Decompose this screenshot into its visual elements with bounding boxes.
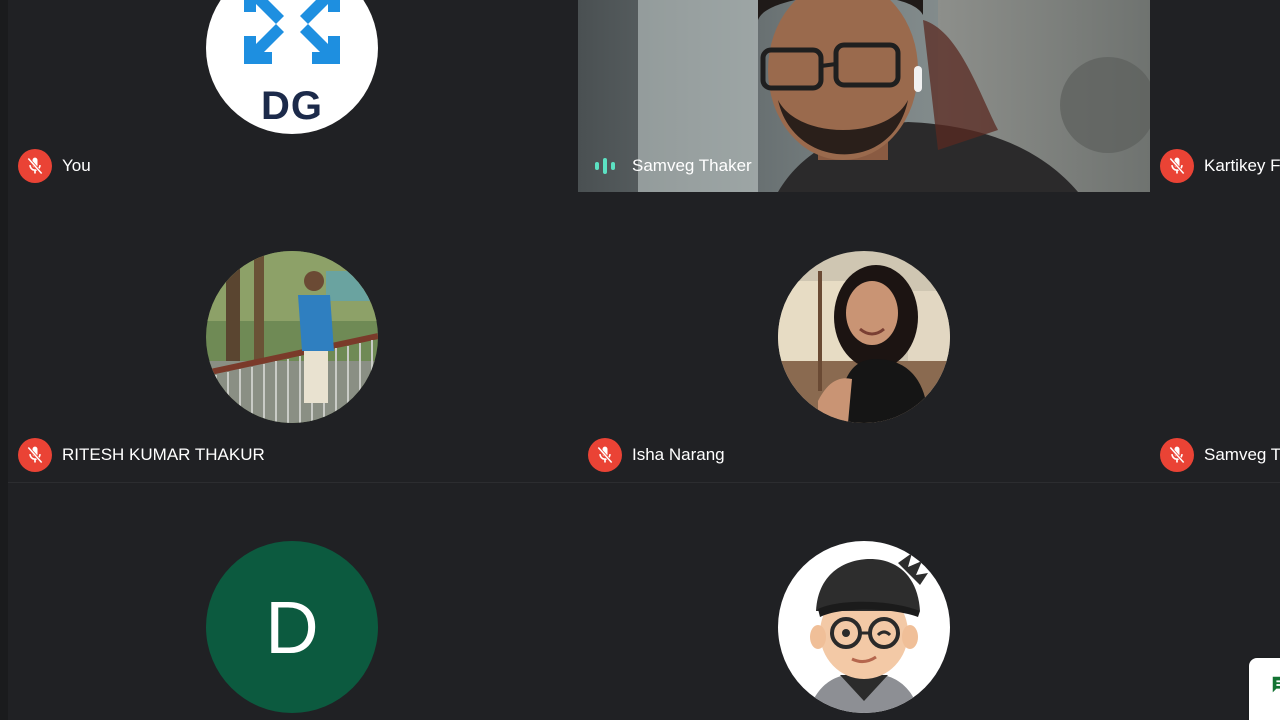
participant-tile-samveg-t[interactable]: Samveg T	[1150, 192, 1280, 482]
participant-name: RITESH KUMAR THAKUR	[62, 445, 265, 464]
isha-photo	[778, 251, 950, 423]
name-row-ritesh: RITESH KUMAR THAKUR	[18, 438, 265, 472]
meeting-grid: DG You Samveg Thaker Kartikey F RITESH K…	[0, 0, 1280, 720]
avatar-initial: D	[265, 585, 319, 669]
ritesh-photo	[206, 251, 378, 423]
audio-level-icon	[588, 149, 622, 183]
participant-tile-samveg-thaker-video[interactable]: Samveg Thaker	[578, 0, 1150, 192]
chat-button[interactable]	[1249, 658, 1280, 720]
cartoon-avatar-icon	[808, 553, 928, 713]
dg-logo-text: DG	[261, 84, 323, 128]
avatar-dg-logo: DG	[206, 0, 378, 134]
avatar-ritesh-photo	[206, 251, 378, 423]
mic-off-icon	[27, 446, 43, 464]
participant-name: Samveg T	[1204, 445, 1280, 464]
name-row-kartikey: Kartikey F	[1160, 149, 1280, 183]
chat-icon	[1272, 676, 1280, 693]
name-row-samveg-t: Samveg T	[1160, 438, 1280, 472]
avatar-initial-d: D	[206, 541, 378, 713]
participant-name: Isha Narang	[632, 445, 725, 464]
mic-off-icon	[597, 446, 613, 464]
participant-name: Samveg Thaker	[632, 156, 752, 175]
participant-tile-kartikey[interactable]: Kartikey F	[1150, 0, 1280, 192]
avatar-isha-photo	[778, 251, 950, 423]
participant-tile-isha[interactable]: Isha Narang	[578, 192, 1150, 482]
participant-tile-d[interactable]: D	[8, 483, 578, 720]
mic-off-icon	[27, 157, 43, 175]
mic-off-icon	[1169, 446, 1185, 464]
left-edge-strip	[0, 0, 8, 720]
participant-tile-you[interactable]: DG You	[8, 0, 578, 192]
mic-off-badge	[18, 438, 52, 472]
name-row-isha: Isha Narang	[588, 438, 725, 472]
mic-off-icon	[1169, 157, 1185, 175]
name-row-samveg-thaker: Samveg Thaker	[588, 149, 752, 183]
participant-tile-cartoon[interactable]	[578, 483, 1150, 720]
participant-name: Kartikey F	[1204, 156, 1280, 175]
name-row-you: You	[18, 149, 91, 183]
mic-off-badge	[1160, 438, 1194, 472]
participant-tile-ritesh[interactable]: RITESH KUMAR THAKUR	[8, 192, 578, 482]
mic-off-badge	[588, 438, 622, 472]
participant-name: You	[62, 156, 91, 175]
mic-off-badge	[1160, 149, 1194, 183]
avatar-cartoon	[778, 541, 950, 713]
mic-off-badge	[18, 149, 52, 183]
